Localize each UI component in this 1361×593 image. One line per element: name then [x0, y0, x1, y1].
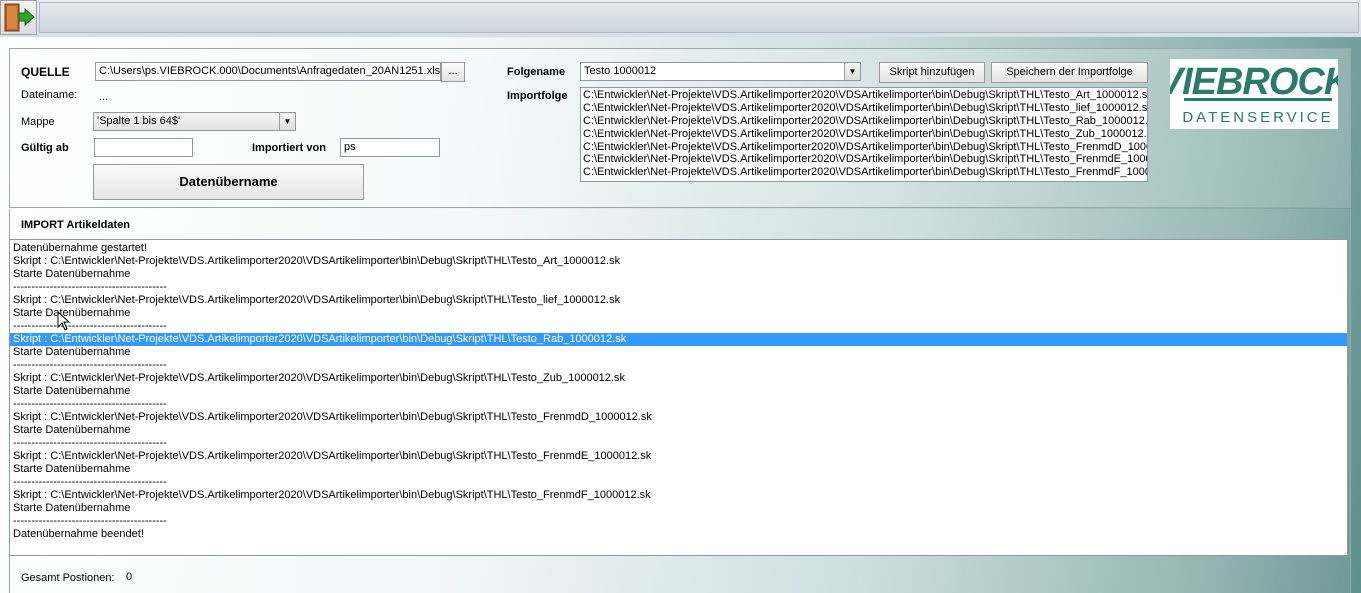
- log-line[interactable]: Starte Datenübernahme: [10, 268, 1347, 281]
- gueltig-input[interactable]: [94, 138, 193, 157]
- folgename-select[interactable]: Testo 1000012 ▼: [580, 62, 861, 81]
- log-line[interactable]: Starte Datenübernahme: [10, 502, 1347, 515]
- gesamt-value: 0: [126, 571, 133, 583]
- mappe-label: Mappe: [21, 116, 55, 128]
- logo-sub: DATENSERVICE: [1182, 109, 1333, 126]
- log-line[interactable]: Starte Datenübernahme: [10, 385, 1347, 398]
- chevron-down-icon[interactable]: ▼: [844, 63, 860, 80]
- viebrock-logo: VIEBROCK DATENSERVICE: [1158, 59, 1355, 129]
- toolbar: [0, 0, 1361, 38]
- log-line[interactable]: Starte Datenübernahme: [10, 424, 1347, 437]
- importfolge-item[interactable]: C:\Entwickler\Net-Projekte\VDS.Artikelim…: [581, 115, 1147, 128]
- source-path-field[interactable]: C:\Users\ps.VIEBROCK.000\Documents\Anfra…: [95, 62, 441, 81]
- dateiname-label: Dateiname:: [21, 89, 78, 101]
- mouse-cursor-icon: [57, 311, 71, 331]
- logo-brand: VIEBROCK: [1170, 61, 1338, 103]
- folgename-label: Folgename: [507, 66, 566, 78]
- log-line[interactable]: Datenübernahme beendet!: [10, 528, 1347, 541]
- importfolge-label: Importfolge: [507, 90, 568, 102]
- gesamt-label: Gesamt Postionen:: [21, 572, 115, 584]
- toolbar-area: [39, 2, 1359, 33]
- log-line[interactable]: Skript : C:\Entwickler\Net-Projekte\VDS.…: [10, 333, 1347, 346]
- browse-button[interactable]: ...: [441, 62, 465, 82]
- log-line[interactable]: Skript : C:\Entwickler\Net-Projekte\VDS.…: [10, 411, 1347, 424]
- mappe-selected-value: 'Spalte 1 bis 64$': [97, 115, 181, 127]
- importfolge-item[interactable]: C:\Entwickler\Net-Projekte\VDS.Artikelim…: [581, 153, 1147, 166]
- importfolge-item[interactable]: C:\Entwickler\Net-Projekte\VDS.Artikelim…: [581, 141, 1147, 154]
- gueltig-label: Gültig ab: [21, 142, 69, 154]
- chevron-down-icon[interactable]: ▼: [279, 113, 295, 130]
- log-line[interactable]: Skript : C:\Entwickler\Net-Projekte\VDS.…: [10, 255, 1347, 268]
- dateiname-value: ...: [99, 91, 109, 103]
- datenuebername-button[interactable]: Datenübername: [93, 164, 364, 200]
- log-line[interactable]: Datenübernahme gestartet!: [10, 242, 1347, 255]
- importiert-label: Importiert von: [252, 142, 326, 154]
- log-line[interactable]: ----------------------------------------…: [10, 281, 1347, 294]
- quelle-heading: QUELLE: [21, 65, 70, 79]
- log-line[interactable]: Starte Datenübernahme: [10, 307, 1347, 320]
- importfolge-item[interactable]: C:\Entwickler\Net-Projekte\VDS.Artikelim…: [581, 128, 1147, 141]
- exit-button[interactable]: [0, 0, 37, 35]
- importfolge-item[interactable]: C:\Entwickler\Net-Projekte\VDS.Artikelim…: [581, 89, 1147, 102]
- exit-door-icon: [4, 3, 35, 32]
- log-line[interactable]: Skript : C:\Entwickler\Net-Projekte\VDS.…: [10, 450, 1347, 463]
- save-importfolge-button[interactable]: Speichern der Importfolge: [991, 62, 1148, 83]
- importfolge-list[interactable]: C:\Entwickler\Net-Projekte\VDS.Artikelim…: [580, 87, 1148, 182]
- importiert-input[interactable]: ps: [340, 138, 440, 157]
- log-line[interactable]: Starte Datenübernahme: [10, 463, 1347, 476]
- log-line[interactable]: ----------------------------------------…: [10, 320, 1347, 333]
- log-line[interactable]: ----------------------------------------…: [10, 359, 1347, 372]
- folgename-selected-value: Testo 1000012: [584, 65, 657, 77]
- importfolge-item[interactable]: C:\Entwickler\Net-Projekte\VDS.Artikelim…: [581, 102, 1147, 115]
- mappe-select[interactable]: 'Spalte 1 bis 64$' ▼: [93, 112, 296, 131]
- log-line[interactable]: ----------------------------------------…: [10, 398, 1347, 411]
- log-line[interactable]: Starte Datenübernahme: [10, 346, 1347, 359]
- log-line[interactable]: ----------------------------------------…: [10, 515, 1347, 528]
- log-line[interactable]: Skript : C:\Entwickler\Net-Projekte\VDS.…: [10, 372, 1347, 385]
- log-line[interactable]: ----------------------------------------…: [10, 476, 1347, 489]
- log-line[interactable]: Skript : C:\Entwickler\Net-Projekte\VDS.…: [10, 489, 1347, 502]
- add-script-button[interactable]: Skript hinzufügen: [879, 62, 985, 83]
- log-line[interactable]: ----------------------------------------…: [10, 437, 1347, 450]
- import-log[interactable]: Datenübernahme gestartet! Skript : C:\Ent…: [9, 239, 1348, 556]
- log-line[interactable]: Skript : C:\Entwickler\Net-Projekte\VDS.…: [10, 294, 1347, 307]
- importfolge-item[interactable]: C:\Entwickler\Net-Projekte\VDS.Artikelim…: [581, 166, 1147, 179]
- import-heading: IMPORT Artikeldaten: [21, 219, 130, 231]
